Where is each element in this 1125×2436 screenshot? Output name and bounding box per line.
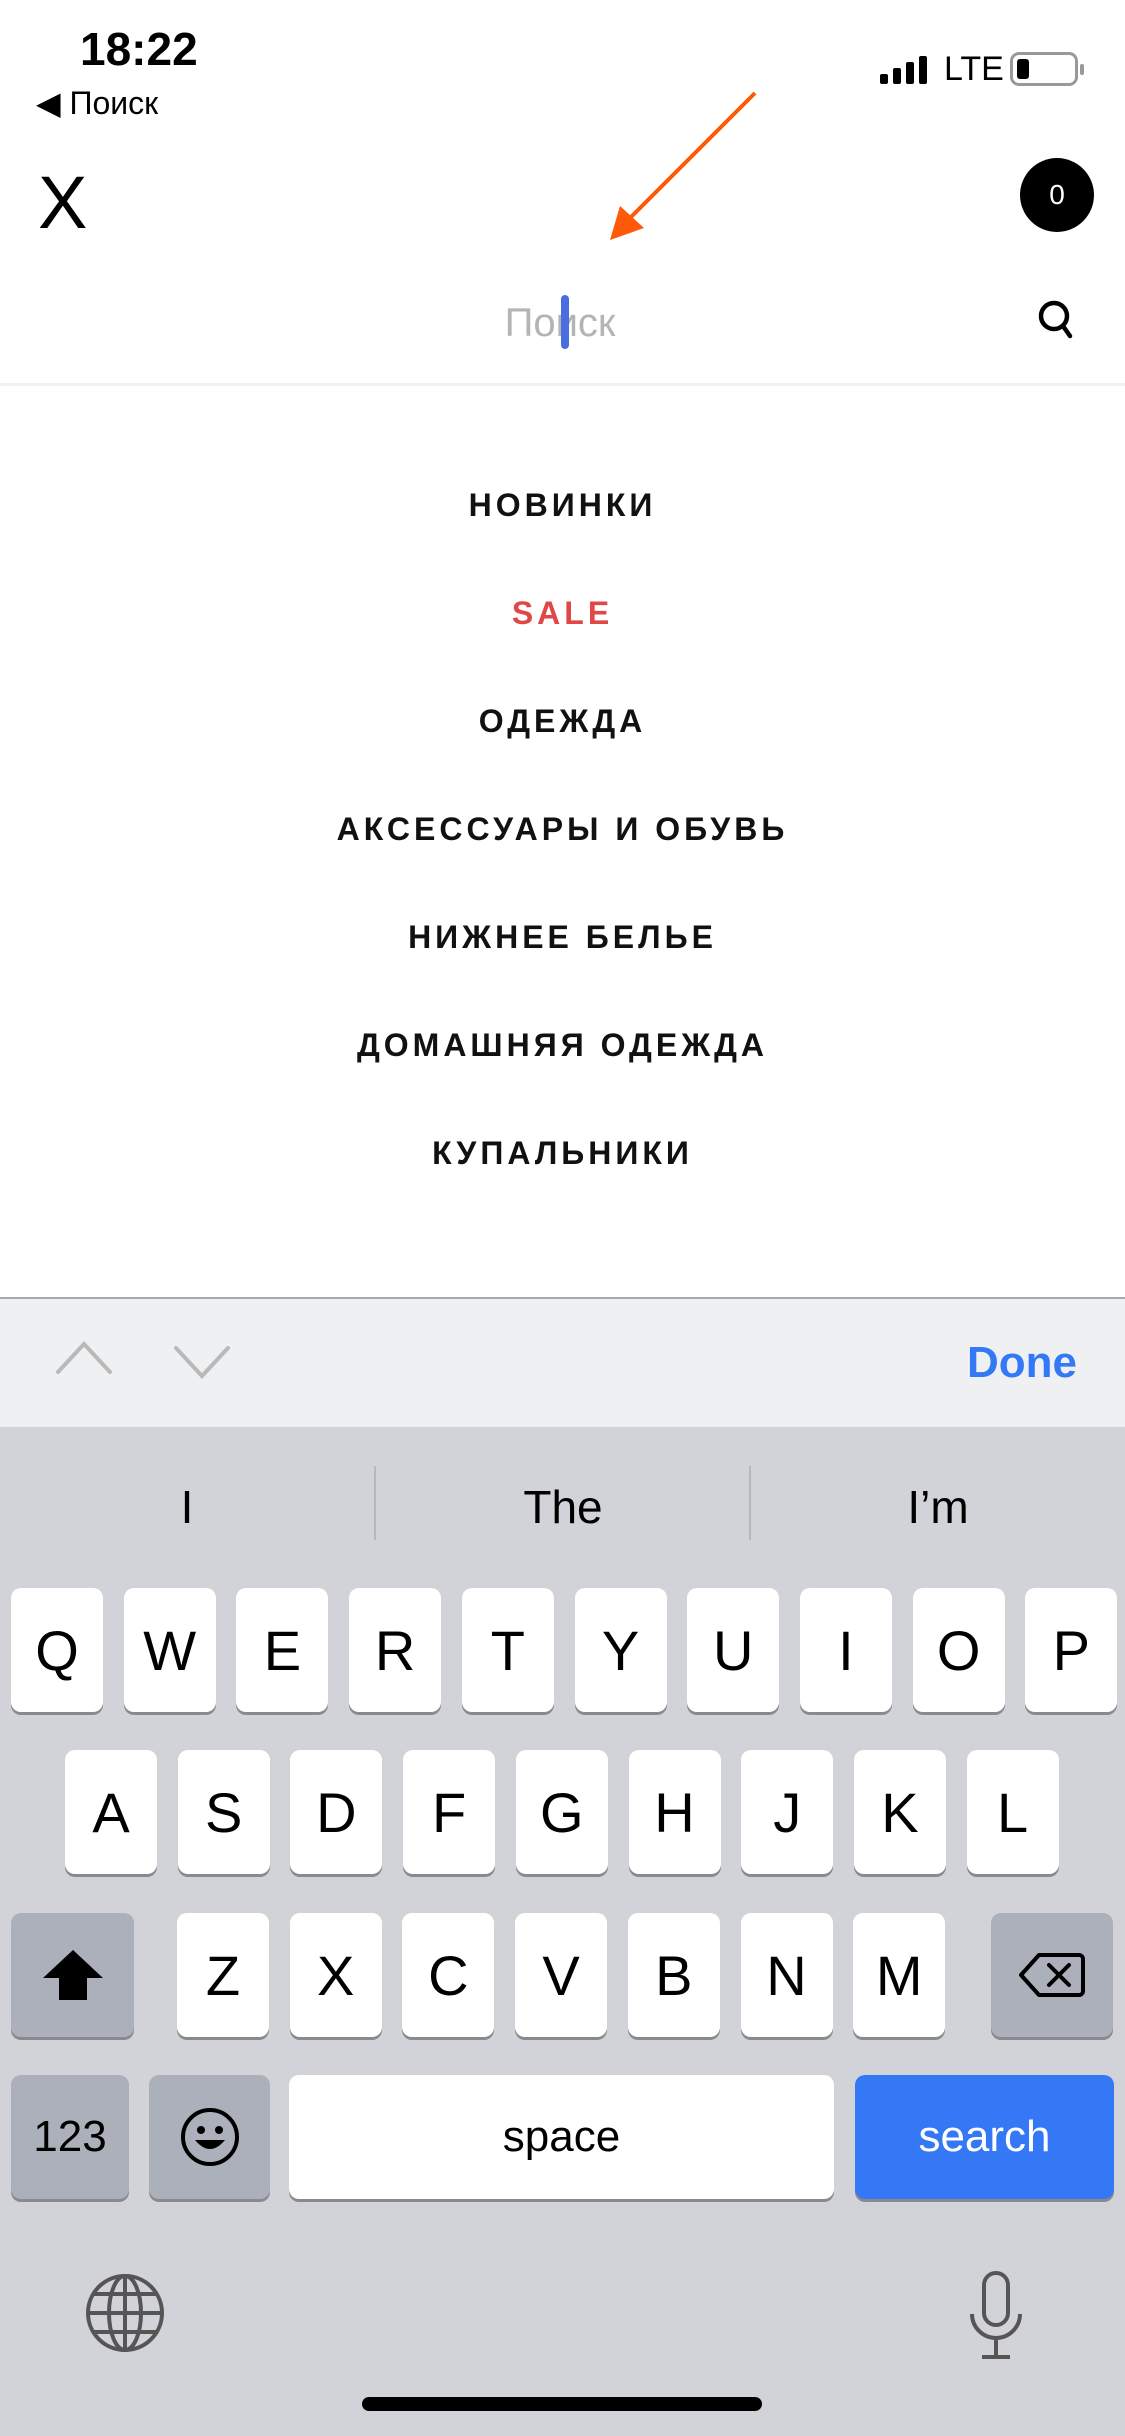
suggestion-2[interactable]: The	[376, 1480, 750, 1534]
key-m[interactable]: M	[853, 1913, 946, 2037]
menu-item-sale[interactable]: SALE	[0, 595, 1125, 632]
globe-icon[interactable]	[84, 2272, 166, 2354]
microphone-icon[interactable]	[966, 2270, 1026, 2362]
search-key[interactable]: search	[855, 2075, 1114, 2199]
emoji-icon	[180, 2108, 239, 2166]
search-icon[interactable]	[1036, 298, 1076, 342]
suggestion-3[interactable]: I’m	[751, 1480, 1125, 1534]
key-e[interactable]: E	[236, 1588, 329, 1712]
key-q[interactable]: Q	[11, 1588, 103, 1712]
menu-item-swimwear[interactable]: КУПАЛЬНИКИ	[0, 1135, 1125, 1172]
key-w[interactable]: W	[123, 1588, 216, 1712]
key-v[interactable]: V	[515, 1913, 608, 2037]
keyboard-toolbar	[0, 1297, 1125, 1427]
key-f[interactable]: F	[403, 1750, 496, 1874]
home-indicator[interactable]	[362, 2397, 762, 2411]
key-k[interactable]: K	[853, 1750, 946, 1874]
key-c[interactable]: C	[402, 1913, 495, 2037]
cart-button[interactable]: 0	[1020, 158, 1094, 232]
menu-item-new[interactable]: НОВИНКИ	[0, 487, 1125, 524]
key-l[interactable]: L	[966, 1750, 1059, 1874]
menu-item-homewear[interactable]: ДОМАШНЯЯ ОДЕЖДА	[0, 1027, 1125, 1064]
key-t[interactable]: T	[461, 1588, 554, 1712]
key-r[interactable]: R	[349, 1588, 442, 1712]
key-p[interactable]: P	[1025, 1588, 1118, 1712]
brand-logo[interactable]: X	[38, 160, 87, 245]
search-input[interactable]	[200, 290, 920, 356]
previous-field-chevron-up-icon[interactable]	[54, 1340, 114, 1376]
key-y[interactable]: Y	[574, 1588, 667, 1712]
signal-icon	[880, 56, 927, 84]
done-button[interactable]: Done	[967, 1338, 1077, 1388]
emoji-key[interactable]	[149, 2075, 270, 2199]
key-o[interactable]: O	[912, 1588, 1005, 1712]
key-u[interactable]: U	[687, 1588, 780, 1712]
suggestion-1[interactable]: I	[0, 1480, 374, 1534]
key-d[interactable]: D	[290, 1750, 383, 1874]
network-label: LTE	[944, 50, 1004, 88]
numbers-key[interactable]: 123	[11, 2075, 129, 2199]
annotation-arrow-icon	[610, 91, 757, 240]
back-to-app-link[interactable]: ◀ Поиск	[36, 84, 158, 122]
key-z[interactable]: Z	[177, 1913, 269, 2037]
text-caret	[561, 295, 569, 349]
next-field-chevron-down-icon[interactable]	[172, 1344, 232, 1380]
key-x[interactable]: X	[289, 1913, 382, 2037]
space-key[interactable]: space	[289, 2075, 834, 2199]
key-s[interactable]: S	[177, 1750, 270, 1874]
battery-icon	[1010, 52, 1084, 86]
key-n[interactable]: N	[740, 1913, 833, 2037]
key-b[interactable]: B	[627, 1913, 720, 2037]
backspace-key[interactable]	[991, 1913, 1113, 2037]
status-time: 18:22	[80, 23, 198, 75]
menu-item-underwear[interactable]: НИЖНЕЕ БЕЛЬЕ	[0, 919, 1125, 956]
header-divider	[0, 383, 1125, 386]
backspace-icon	[1019, 1953, 1085, 1997]
menu-item-accessories-shoes[interactable]: АКСЕССУАРЫ И ОБУВЬ	[0, 811, 1125, 848]
key-g[interactable]: G	[515, 1750, 608, 1874]
key-a[interactable]: A	[65, 1750, 157, 1874]
menu-item-clothing[interactable]: ОДЕЖДА	[0, 703, 1125, 740]
shift-arrow-icon	[42, 1950, 103, 2000]
shift-key[interactable]	[11, 1913, 134, 2037]
key-i[interactable]: I	[799, 1588, 892, 1712]
key-j[interactable]: J	[741, 1750, 834, 1874]
key-h[interactable]: H	[628, 1750, 721, 1874]
